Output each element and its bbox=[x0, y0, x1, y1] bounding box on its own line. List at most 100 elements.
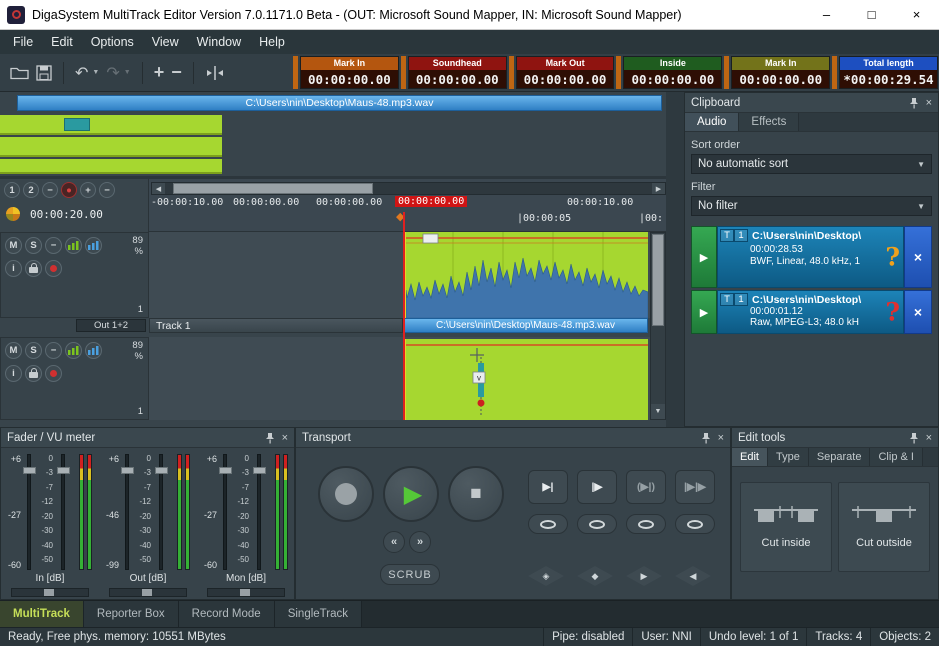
eq-blue-button[interactable] bbox=[85, 342, 102, 359]
loop-button[interactable] bbox=[675, 514, 715, 534]
pin-icon[interactable] bbox=[701, 432, 711, 444]
pan-slider[interactable] bbox=[11, 588, 89, 597]
counter-drag-handle[interactable] bbox=[293, 56, 298, 89]
lock-button[interactable] bbox=[25, 260, 42, 277]
scrollbar-thumb[interactable] bbox=[173, 183, 373, 194]
tab-separate[interactable]: Separate bbox=[809, 448, 871, 466]
step-forward-button[interactable]: ▶ bbox=[626, 566, 662, 586]
output-routing-dropdown[interactable]: Out 1+2 bbox=[76, 319, 146, 332]
track-1-clip[interactable] bbox=[403, 232, 648, 318]
pan-slider[interactable] bbox=[207, 588, 285, 597]
record-arm-button[interactable] bbox=[45, 260, 62, 277]
cut-inside-button[interactable]: Cut inside bbox=[740, 482, 832, 572]
color-wheel-icon[interactable] bbox=[6, 207, 20, 221]
tab-audio[interactable]: Audio bbox=[685, 113, 739, 131]
cut-outside-button[interactable]: Cut outside bbox=[838, 482, 930, 572]
tab-edit[interactable]: Edit bbox=[732, 448, 768, 466]
remove-clip-button[interactable]: × bbox=[904, 290, 932, 334]
menu-view[interactable]: View bbox=[143, 31, 188, 53]
snap-icon[interactable] bbox=[205, 66, 225, 80]
solo-button[interactable]: S bbox=[25, 237, 42, 254]
menu-edit[interactable]: Edit bbox=[42, 31, 82, 53]
scrollbar-thumb[interactable] bbox=[652, 234, 664, 326]
collapse-track-button[interactable]: − bbox=[45, 237, 62, 254]
horizontal-scrollbar[interactable]: ◀ ▶ bbox=[151, 182, 666, 195]
tab-type[interactable]: Type bbox=[768, 448, 809, 466]
play-clip-button[interactable]: ▶ bbox=[691, 290, 717, 334]
pin-icon[interactable] bbox=[265, 432, 275, 444]
info-button[interactable]: i bbox=[5, 260, 22, 277]
overview-track-bar[interactable] bbox=[0, 159, 222, 174]
play-over-mark-button[interactable]: (▶|) bbox=[626, 470, 666, 504]
play-button[interactable]: ▶ bbox=[383, 466, 439, 522]
fader-track[interactable] bbox=[159, 454, 163, 570]
record-arm-button[interactable] bbox=[45, 365, 62, 382]
panel-splitter[interactable] bbox=[666, 92, 684, 427]
overview-selected-object[interactable]: C:\Users\nin\Desktop\Maus-48.mp3.wav bbox=[17, 95, 662, 111]
counter-box[interactable]: Mark In 00:00:00.00 bbox=[731, 56, 830, 89]
undo-dropdown-icon[interactable]: ▼ bbox=[92, 69, 99, 76]
undo-icon[interactable]: ↶ bbox=[75, 63, 88, 83]
scroll-right-icon[interactable]: ▶ bbox=[652, 183, 665, 194]
lock-button[interactable] bbox=[25, 365, 42, 382]
track-1-clip-name-bar[interactable]: C:\Users\nin\Desktop\Maus-48.mp3.wav bbox=[403, 318, 648, 333]
mute-button[interactable]: M bbox=[5, 342, 22, 359]
counter-drag-handle[interactable] bbox=[616, 56, 621, 89]
mute-button[interactable]: M bbox=[5, 237, 22, 254]
fader-handle[interactable] bbox=[155, 467, 168, 474]
counter-drag-handle[interactable] bbox=[401, 56, 406, 89]
maximize-button[interactable]: □ bbox=[849, 0, 894, 30]
close-panel-icon[interactable]: × bbox=[926, 432, 932, 444]
play-between-marks-button[interactable]: |▶|▶ bbox=[675, 470, 715, 504]
clipboard-item-body[interactable]: T 1 C:\Users\nin\Desktop\ 00:00:28.53 BW… bbox=[717, 226, 904, 288]
rewind-button[interactable]: « bbox=[383, 531, 405, 553]
tab-reporter-box[interactable]: Reporter Box bbox=[84, 601, 179, 627]
fader-handle[interactable] bbox=[121, 467, 134, 474]
tab-multitrack[interactable]: MultiTrack bbox=[0, 601, 84, 627]
close-panel-icon[interactable]: × bbox=[718, 432, 724, 444]
save-icon[interactable] bbox=[36, 65, 52, 81]
counter-drag-handle[interactable] bbox=[509, 56, 514, 89]
close-button[interactable]: × bbox=[894, 0, 939, 30]
scrollbar-track[interactable] bbox=[165, 183, 652, 194]
counter-box[interactable]: Mark Out 00:00:00.00 bbox=[516, 56, 615, 89]
fader-handle[interactable] bbox=[253, 467, 266, 474]
info-button[interactable]: i bbox=[5, 365, 22, 382]
eq-blue-button[interactable] bbox=[85, 237, 102, 254]
eq-green-button[interactable] bbox=[65, 342, 82, 359]
redo-dropdown-icon[interactable]: ▼ bbox=[124, 69, 131, 76]
close-panel-icon[interactable]: × bbox=[926, 97, 932, 109]
pin-icon[interactable] bbox=[909, 97, 919, 109]
loop-button[interactable] bbox=[626, 514, 666, 534]
tab-singletrack[interactable]: SingleTrack bbox=[275, 601, 362, 627]
fader-handle[interactable] bbox=[57, 467, 70, 474]
fader-track[interactable] bbox=[27, 454, 31, 570]
overview-track-bar[interactable] bbox=[0, 137, 222, 157]
minimize-button[interactable]: – bbox=[804, 0, 849, 30]
pan-handle[interactable] bbox=[142, 589, 152, 596]
fader-handle[interactable] bbox=[219, 467, 232, 474]
group-2-button[interactable]: 2 bbox=[23, 182, 39, 198]
playhead-line[interactable] bbox=[403, 212, 405, 420]
zoom-out-icon[interactable]: − bbox=[171, 62, 182, 83]
counter-drag-handle[interactable] bbox=[724, 56, 729, 89]
counter-box[interactable]: Mark In 00:00:00.00 bbox=[300, 56, 399, 89]
pan-handle[interactable] bbox=[240, 589, 250, 596]
fader-handle[interactable] bbox=[23, 467, 36, 474]
solo-button[interactable]: S bbox=[25, 342, 42, 359]
menu-file[interactable]: File bbox=[4, 31, 42, 53]
track-2-clip[interactable]: v bbox=[403, 339, 648, 420]
record-button[interactable] bbox=[318, 466, 374, 522]
counter-box[interactable]: Soundhead 00:00:00.00 bbox=[408, 56, 507, 89]
overview-clip-block[interactable] bbox=[64, 118, 90, 131]
sort-order-dropdown[interactable]: No automatic sort ▼ bbox=[691, 154, 932, 174]
play-clip-button[interactable]: ▶ bbox=[691, 226, 717, 288]
clipboard-item[interactable]: ▶ T 1 C:\Users\nin\Desktop\ 00:00:01.12 … bbox=[691, 290, 932, 334]
record-enable-button[interactable]: ● bbox=[61, 182, 77, 198]
tab-record-mode[interactable]: Record Mode bbox=[179, 601, 275, 627]
remove-button[interactable]: − bbox=[99, 182, 115, 198]
menu-window[interactable]: Window bbox=[188, 31, 250, 53]
filter-dropdown[interactable]: No filter ▼ bbox=[691, 196, 932, 216]
pin-icon[interactable] bbox=[909, 432, 919, 444]
group-1-button[interactable]: 1 bbox=[4, 182, 20, 198]
